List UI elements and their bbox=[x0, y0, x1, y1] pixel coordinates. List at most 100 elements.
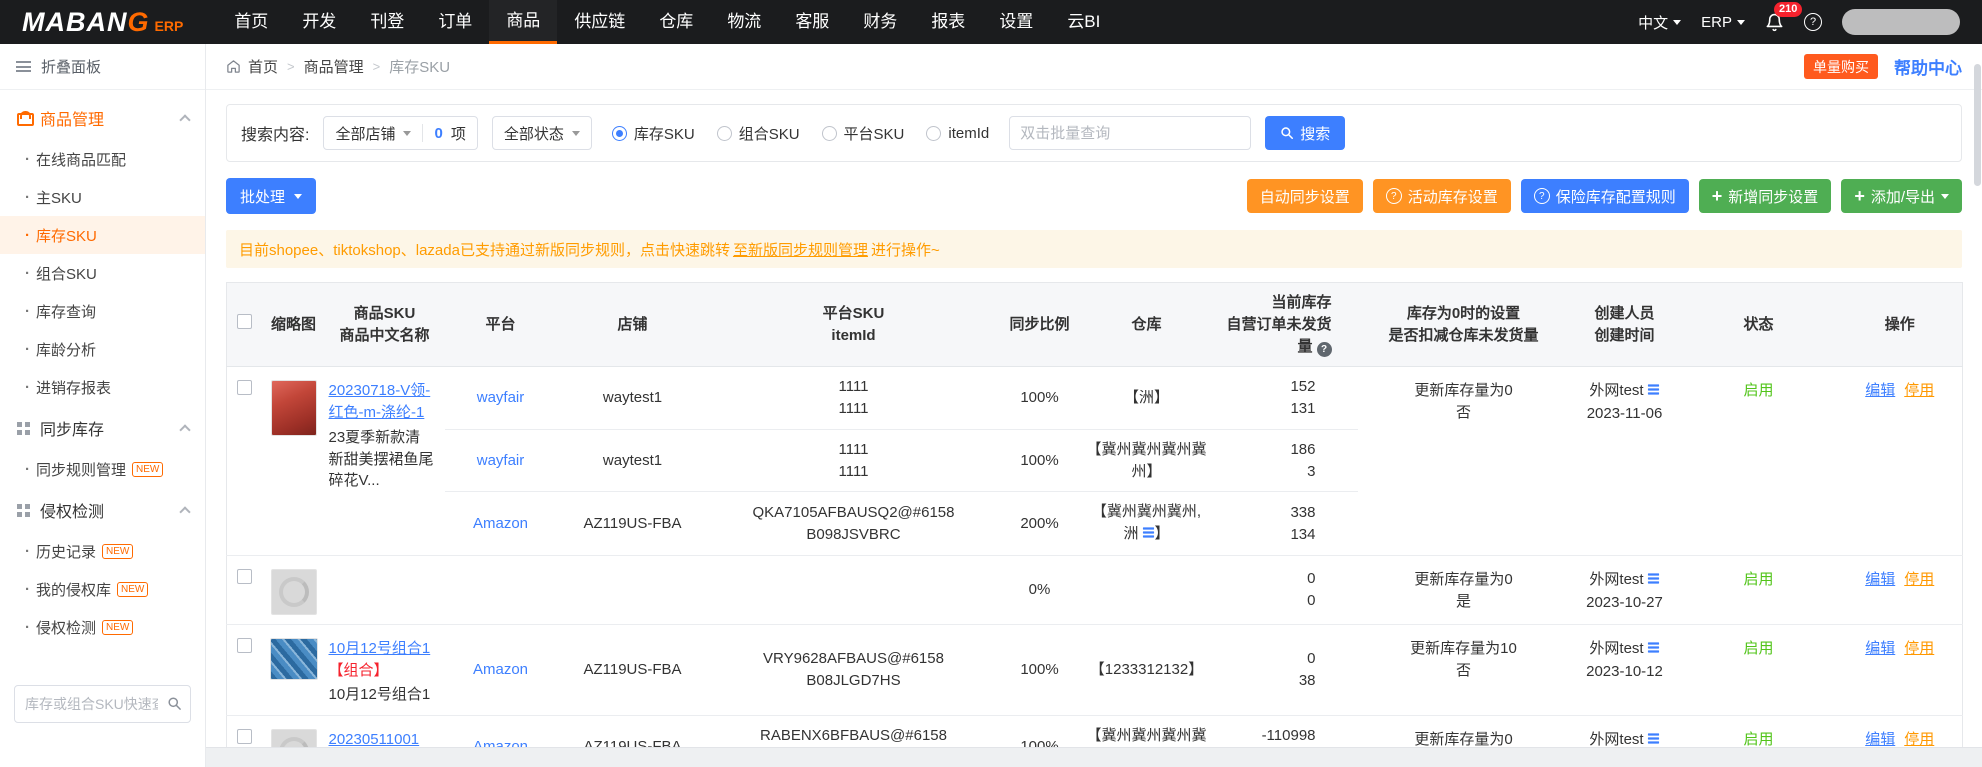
help-question-icon[interactable] bbox=[1317, 342, 1332, 357]
help-icon[interactable] bbox=[1804, 13, 1822, 31]
sidebar-section-title[interactable]: 商品管理 bbox=[0, 96, 205, 140]
batch-query-input[interactable] bbox=[1009, 116, 1251, 150]
header-sync-ratio: 同步比例 bbox=[999, 283, 1081, 367]
nav-item[interactable]: 刊登 bbox=[353, 0, 421, 44]
nav-item[interactable]: 订单 bbox=[421, 0, 489, 44]
app-logo[interactable]: MABANG ERP bbox=[22, 7, 183, 38]
scrollbar-thumb[interactable] bbox=[1974, 64, 1981, 186]
nav-item[interactable]: 开发 bbox=[285, 0, 353, 44]
activity-stock-settings-button[interactable]: 活动库存设置 bbox=[1373, 179, 1511, 213]
insurance-stock-rules-button[interactable]: 保险库存配置规则 bbox=[1521, 179, 1689, 213]
sidebar-item[interactable]: 库龄分析 bbox=[0, 330, 205, 368]
add-export-button[interactable]: 添加/导出 bbox=[1841, 179, 1962, 213]
nav-item[interactable]: 客服 bbox=[778, 0, 846, 44]
edit-link[interactable]: 编辑 bbox=[1865, 731, 1895, 748]
collapse-panel-button[interactable]: 折叠面板 bbox=[0, 44, 205, 90]
header-zero-setting: 库存为0时的设置是否扣减仓库未发货量 bbox=[1358, 283, 1570, 367]
sidebar-section-title[interactable]: 侵权检测 bbox=[0, 488, 205, 532]
row-checkbox[interactable] bbox=[237, 729, 252, 744]
auto-sync-settings-button[interactable]: 自动同步设置 bbox=[1247, 179, 1363, 213]
status-filter-select[interactable]: 全部状态 bbox=[492, 116, 592, 150]
radio-option[interactable]: 库存SKU bbox=[612, 123, 695, 144]
sidebar-item-label: 历史记录 bbox=[36, 541, 96, 562]
nav-item[interactable]: 财务 bbox=[846, 0, 914, 44]
nav-item[interactable]: 首页 bbox=[217, 0, 285, 44]
sidebar-item[interactable]: 库存SKU bbox=[0, 216, 205, 254]
sidebar-item[interactable]: 库存查询 bbox=[0, 292, 205, 330]
platform-link[interactable]: Amazon bbox=[473, 515, 528, 532]
sidebar-section-title[interactable]: 同步库存 bbox=[0, 406, 205, 450]
breadcrumb-home[interactable]: 首页 bbox=[248, 56, 278, 77]
select-all-checkbox[interactable] bbox=[237, 314, 252, 329]
language-selector[interactable]: 中文 bbox=[1638, 12, 1681, 33]
notifications-button[interactable]: 210 bbox=[1765, 13, 1784, 32]
product-sku-link[interactable]: 20230511001 bbox=[329, 731, 420, 748]
platform-link[interactable]: wayfair bbox=[477, 389, 525, 406]
platform-link[interactable]: Amazon bbox=[473, 661, 528, 678]
disable-link[interactable]: 停用 bbox=[1904, 731, 1934, 748]
sidebar-item[interactable]: 主SKU bbox=[0, 178, 205, 216]
nav-item[interactable]: 物流 bbox=[710, 0, 778, 44]
edit-link[interactable]: 编辑 bbox=[1865, 382, 1895, 399]
nav-item[interactable]: 设置 bbox=[982, 0, 1050, 44]
new-badge: NEW bbox=[102, 544, 133, 559]
sync-ratio-cell: 100% bbox=[999, 367, 1081, 430]
sidebar-menu: 商品管理在线商品匹配主SKU库存SKU组合SKU库存查询库龄分析进销存报表同步库… bbox=[0, 90, 205, 646]
search-button[interactable]: 搜索 bbox=[1265, 116, 1345, 150]
buy-quota-button[interactable]: 单量购买 bbox=[1804, 54, 1878, 79]
warehouse-detail-icon[interactable] bbox=[1142, 524, 1155, 546]
notice-jump-link[interactable]: 至新版同步规则管理 bbox=[733, 239, 868, 260]
nav-item[interactable]: 供应链 bbox=[557, 0, 642, 44]
erp-selector[interactable]: ERP bbox=[1701, 14, 1745, 31]
user-account-area[interactable] bbox=[1842, 9, 1960, 35]
radio-button[interactable] bbox=[717, 126, 732, 141]
row-checkbox[interactable] bbox=[237, 380, 252, 395]
platform-sku-cell: 11111111 bbox=[709, 429, 999, 492]
sidebar-item[interactable]: 同步规则管理NEW bbox=[0, 450, 205, 488]
sidebar-item[interactable]: 历史记录 NEW bbox=[0, 532, 205, 570]
radio-button[interactable] bbox=[926, 126, 941, 141]
product-thumbnail[interactable] bbox=[270, 638, 318, 680]
creator-detail-icon[interactable] bbox=[1647, 381, 1660, 403]
product-sku-link[interactable]: 20230718-V领-红色-m-涤纶-1 bbox=[329, 382, 431, 421]
creator-detail-icon[interactable] bbox=[1647, 639, 1660, 661]
radio-button[interactable] bbox=[822, 126, 837, 141]
radio-option[interactable]: 组合SKU bbox=[717, 123, 800, 144]
creator-detail-icon[interactable] bbox=[1647, 570, 1660, 592]
edit-link[interactable]: 编辑 bbox=[1865, 640, 1895, 657]
platform-link[interactable]: wayfair bbox=[477, 452, 525, 469]
nav-item[interactable]: 报表 bbox=[914, 0, 982, 44]
product-sku-link[interactable]: 10月12号组合1 bbox=[329, 640, 431, 657]
zero-stock-setting-cell: 更新库存量为10否 bbox=[1358, 624, 1570, 715]
disable-link[interactable]: 停用 bbox=[1904, 640, 1934, 657]
sidebar-item[interactable]: 组合SKU bbox=[0, 254, 205, 292]
edit-link[interactable]: 编辑 bbox=[1865, 571, 1895, 588]
quick-search-input[interactable] bbox=[14, 685, 191, 723]
disable-link[interactable]: 停用 bbox=[1904, 382, 1934, 399]
row-checkbox[interactable] bbox=[237, 638, 252, 653]
disable-link[interactable]: 停用 bbox=[1904, 571, 1934, 588]
product-thumbnail[interactable] bbox=[271, 569, 317, 615]
deduct-unshipped-flag: 是 bbox=[1364, 591, 1564, 613]
nav-item[interactable]: 仓库 bbox=[642, 0, 710, 44]
sidebar-item[interactable]: 侵权检测NEW bbox=[0, 608, 205, 646]
help-center-link[interactable]: 帮助中心 bbox=[1894, 54, 1962, 79]
product-thumbnail[interactable] bbox=[271, 380, 317, 436]
sidebar-item-label: 进销存报表 bbox=[36, 377, 111, 398]
sidebar-item[interactable]: 在线商品匹配 bbox=[0, 140, 205, 178]
radio-option[interactable]: itemId bbox=[926, 125, 989, 142]
nav-item[interactable]: 云BI bbox=[1050, 0, 1117, 44]
section-label: 侵权检测 bbox=[40, 498, 104, 522]
add-sync-settings-button[interactable]: 新增同步设置 bbox=[1699, 179, 1832, 213]
radio-option[interactable]: 平台SKU bbox=[822, 123, 905, 144]
nav-item[interactable]: 商品 bbox=[489, 0, 557, 44]
nav-right: 中文 ERP 210 bbox=[1638, 9, 1960, 35]
search-icon[interactable] bbox=[167, 696, 182, 711]
breadcrumb-section[interactable]: 商品管理 bbox=[304, 56, 364, 77]
sidebar-item[interactable]: 进销存报表 bbox=[0, 368, 205, 406]
store-filter-select[interactable]: 全部店铺 0 项 bbox=[323, 116, 477, 150]
radio-button[interactable] bbox=[612, 126, 627, 141]
sidebar-item[interactable]: 我的侵权库NEW bbox=[0, 570, 205, 608]
row-checkbox[interactable] bbox=[237, 569, 252, 584]
batch-actions-button[interactable]: 批处理 bbox=[226, 178, 316, 214]
